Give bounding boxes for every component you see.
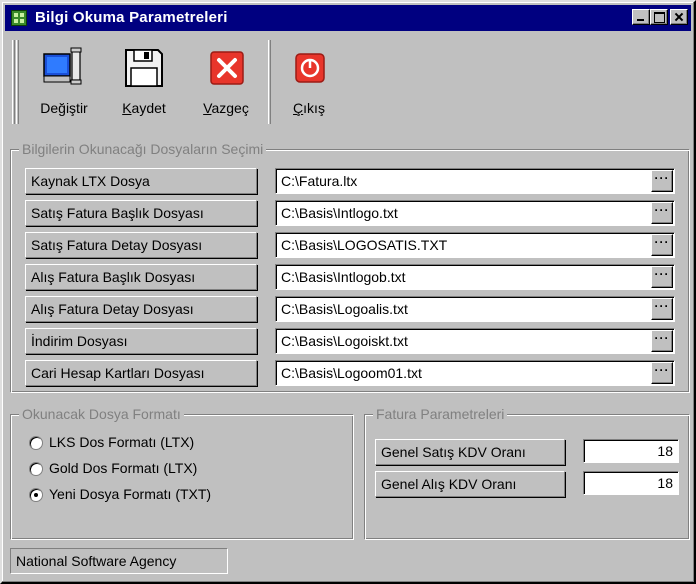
file-path-input[interactable]: C:\Basis\Logoom01.txt ··· [275,360,675,386]
radio-label: LKS Dos Formatı (LTX) [49,434,195,450]
invoice-params-title: Fatura Parametreleri [373,406,508,422]
power-exit-icon [287,46,331,90]
browse-button[interactable]: ··· [651,330,673,352]
purchase-vat-label: Genel Alış KDV Oranı [375,471,565,497]
browse-button[interactable]: ··· [651,170,673,192]
file-row-label: Cari Hesap Kartları Dosyası [25,360,257,386]
toolbar-grip-2 [16,40,19,124]
monitor-edit-icon [42,46,86,90]
main-window: Bilgi Okuma Parametreleri Değiştir Kayde… [0,0,696,584]
maximize-button[interactable] [650,9,668,25]
save-button-label: Kaydet [122,100,166,116]
floppy-disk-icon [122,46,166,90]
minimize-button[interactable] [632,9,650,25]
file-path-value: C:\Basis\Intlogo.txt [281,205,398,221]
file-path-input[interactable]: C:\Basis\LOGOSATIS.TXT ··· [275,232,675,258]
file-path-input[interactable]: C:\Basis\Logoalis.txt ··· [275,296,675,322]
radio-circle[interactable] [29,462,43,476]
browse-button[interactable]: ··· [651,298,673,320]
red-x-icon [204,46,248,90]
edit-button-label: Değiştir [40,100,88,116]
radio-circle-selected[interactable] [29,488,43,502]
file-row-label: İndirim Dosyası [25,328,257,354]
edit-button[interactable]: Değiştir [28,40,100,124]
file-row-label: Satış Fatura Başlık Dosyası [25,200,257,226]
browse-button[interactable]: ··· [651,202,673,224]
file-path-input[interactable]: C:\Basis\Logoiskt.txt ··· [275,328,675,354]
file-path-value: C:\Basis\Logoalis.txt [281,301,408,317]
exit-button-label: Çıkış [293,100,325,116]
file-row-label: Alış Fatura Başlık Dosyası [25,264,257,290]
browse-button[interactable]: ··· [651,266,673,288]
purchase-vat-input[interactable]: 18 [583,471,679,495]
file-path-value: C:\Basis\Intlogob.txt [281,269,406,285]
file-path-value: C:\Fatura.ltx [281,173,358,189]
radio-label: Yeni Dosya Formatı (TXT) [49,486,212,502]
status-bar: National Software Agency [10,548,228,574]
radio-label: Gold Dos Formatı (LTX) [49,460,198,476]
files-group: Bilgilerin Okunacağı Dosyaların Seçimi K… [10,141,690,393]
exit-button[interactable]: Çıkış [278,40,340,124]
close-button[interactable] [670,9,688,25]
files-group-title: Bilgilerin Okunacağı Dosyaların Seçimi [19,141,267,157]
file-row-label: Kaynak LTX Dosya [25,168,257,194]
file-path-input[interactable]: C:\Fatura.ltx ··· [275,168,675,194]
invoice-params-group: Fatura Parametreleri Genel Satış KDV Ora… [364,406,690,540]
save-button[interactable]: Kaydet [106,40,182,124]
radio-circle[interactable] [29,436,43,450]
format-group: Okunacak Dosya Formatı LKS Dos Formatı (… [10,406,354,540]
sales-vat-label: Genel Satış KDV Oranı [375,439,565,465]
file-path-input[interactable]: C:\Basis\Intlogob.txt ··· [275,264,675,290]
toolbar-grip[interactable] [12,40,15,124]
file-path-input[interactable]: C:\Basis\Intlogo.txt ··· [275,200,675,226]
cancel-button-label: Vazgeç [203,100,249,116]
sales-vat-input[interactable]: 18 [583,439,679,463]
cancel-button[interactable]: Vazgeç [190,40,262,124]
toolbar-separator [268,40,271,124]
file-row-label: Satış Fatura Detay Dosyası [25,232,257,258]
file-path-value: C:\Basis\Logoiskt.txt [281,333,408,349]
file-path-value: C:\Basis\Logoom01.txt [281,365,422,381]
browse-button[interactable]: ··· [651,234,673,256]
window-title: Bilgi Okuma Parametreleri [35,9,228,26]
file-row-label: Alış Fatura Detay Dosyası [25,296,257,322]
format-group-title: Okunacak Dosya Formatı [19,406,184,422]
app-icon[interactable] [11,10,27,26]
title-bar[interactable]: Bilgi Okuma Parametreleri [5,5,691,31]
browse-button[interactable]: ··· [651,362,673,384]
file-path-value: C:\Basis\LOGOSATIS.TXT [281,237,448,253]
